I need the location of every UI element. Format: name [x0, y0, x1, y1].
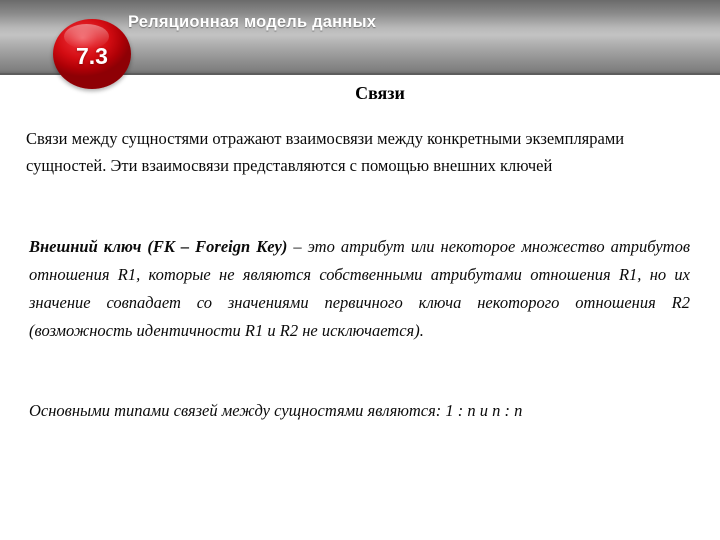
section-number-badge: 7.3	[53, 19, 131, 89]
intro-paragraph: Связи между сущностями отражают взаимосв…	[26, 129, 625, 175]
definition-block: Внешний ключ (FK – Foreign Key) – это ат…	[29, 233, 690, 345]
definition-term: Внешний ключ (FK – Foreign Key)	[29, 237, 288, 256]
slide-content-area: Связи Связи между сущностями отражают вз…	[0, 75, 720, 540]
slide-section-title: Реляционная модель данных	[128, 13, 377, 31]
section-number-label: 7.3	[76, 42, 108, 69]
closing-paragraph: Основными типами связей между сущностями…	[29, 401, 523, 420]
